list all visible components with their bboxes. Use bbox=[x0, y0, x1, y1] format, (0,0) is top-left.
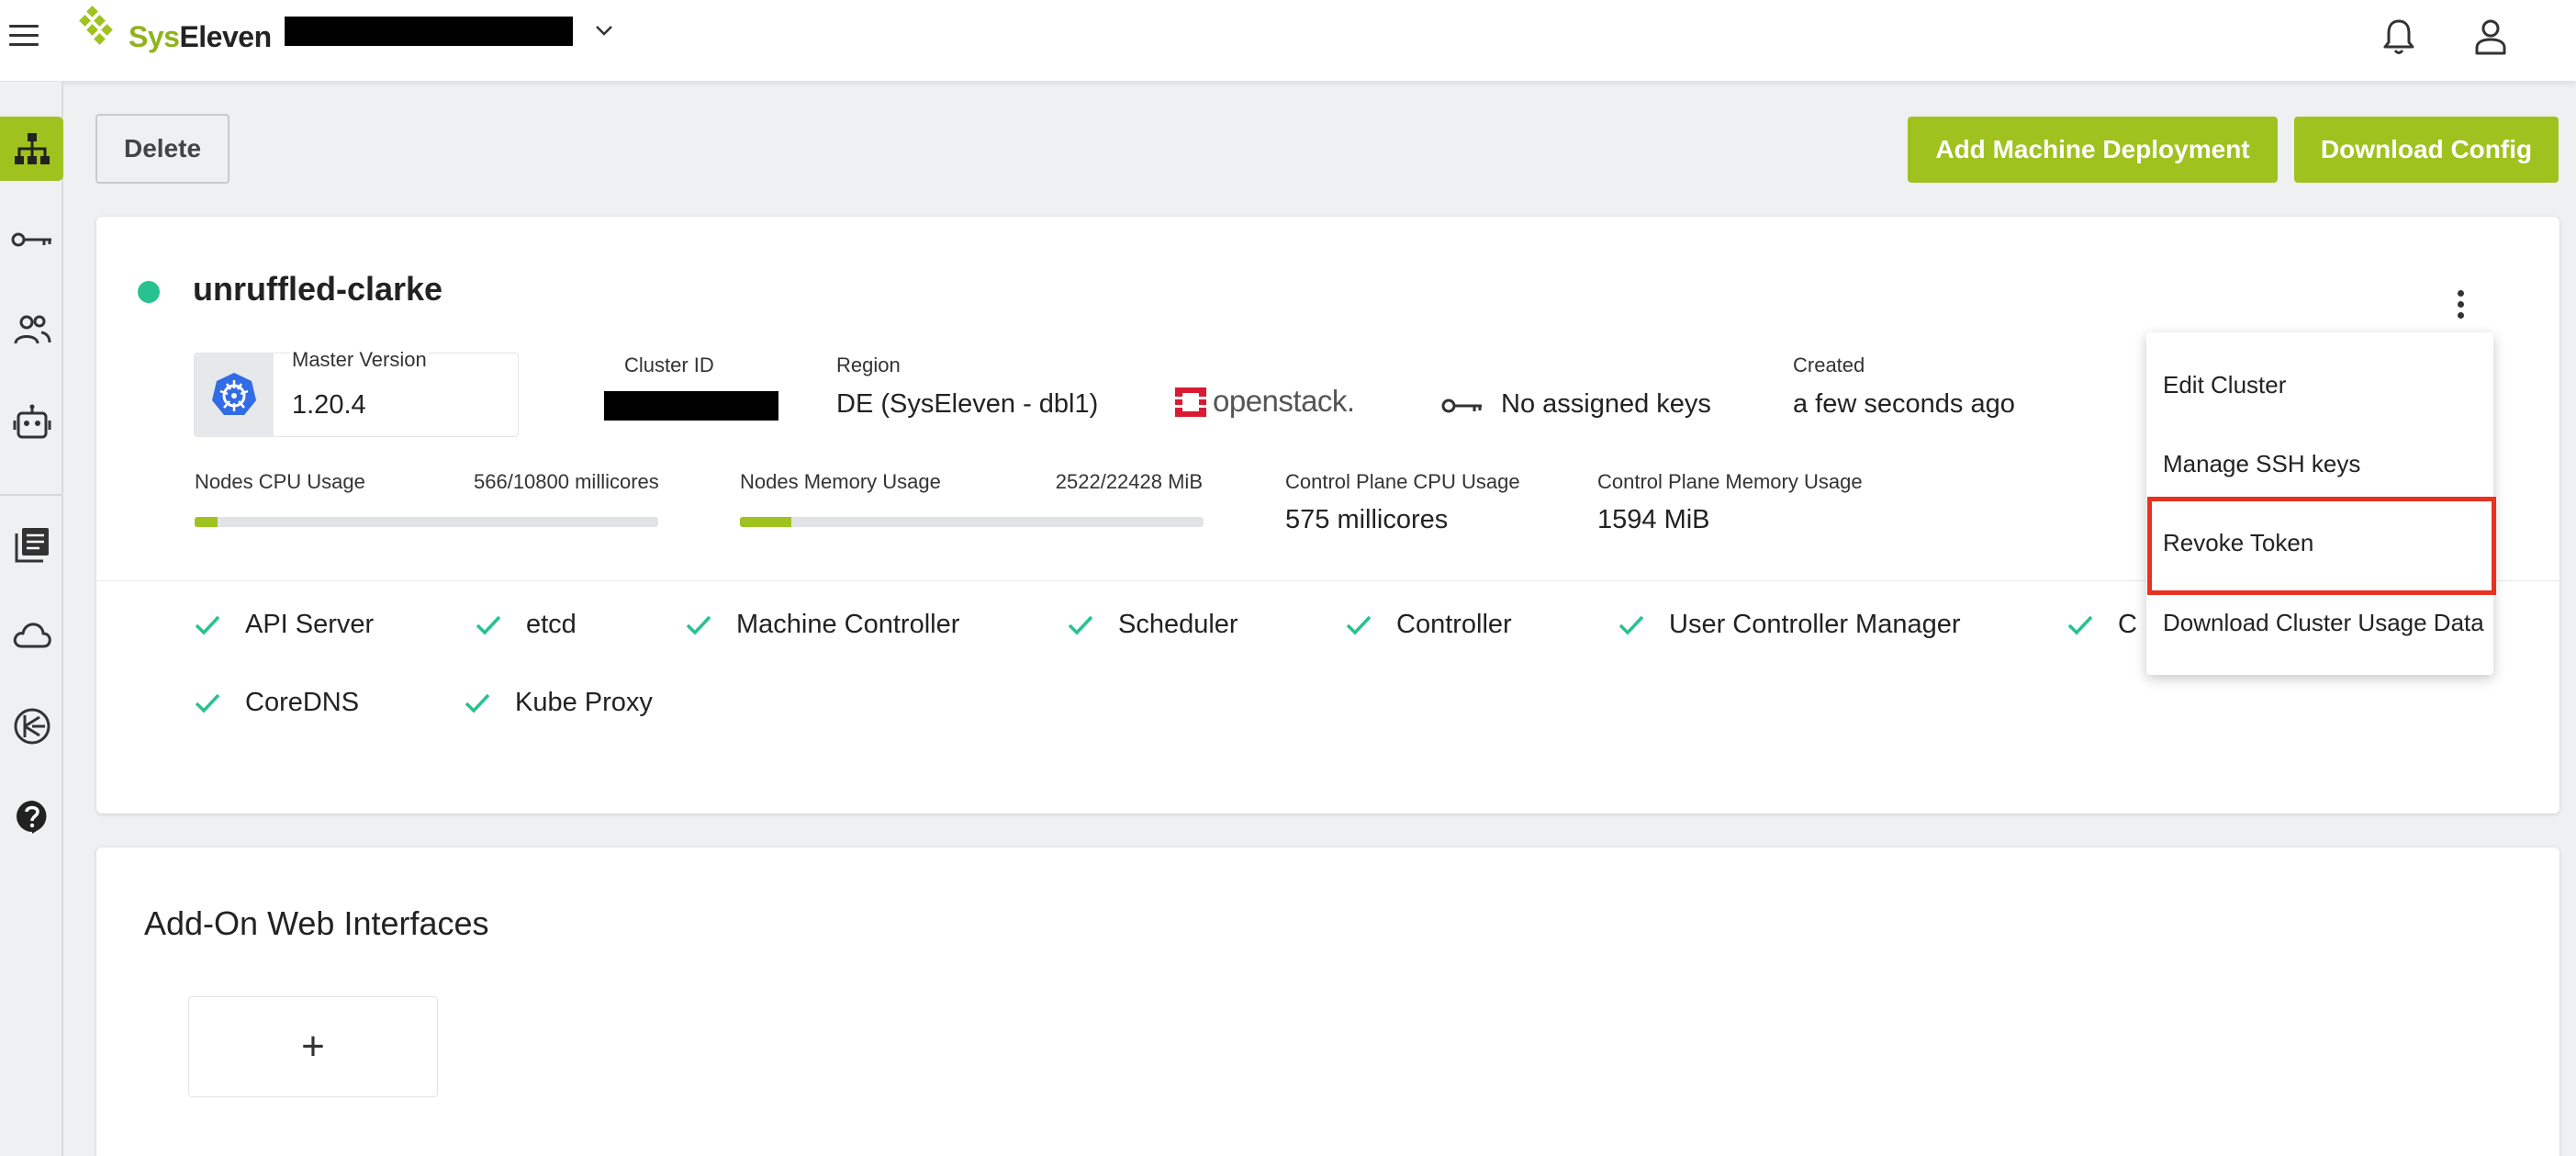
check-icon bbox=[686, 615, 711, 635]
cloud-icon bbox=[13, 623, 51, 648]
bell-icon[interactable] bbox=[2380, 17, 2418, 57]
check-icon bbox=[1618, 615, 1644, 635]
sidebar-item-support[interactable] bbox=[0, 694, 63, 758]
menu-item-manage-ssh-keys[interactable]: Manage SSH keys bbox=[2146, 424, 2493, 503]
health-item-label: etcd bbox=[526, 610, 577, 639]
health-item: Scheduler bbox=[1067, 610, 1238, 640]
top-bar: SysEleven bbox=[0, 0, 2576, 82]
health-item: User Controller Manager bbox=[1618, 610, 1961, 640]
cluster-icon bbox=[14, 133, 50, 164]
project-name-redacted bbox=[285, 17, 573, 46]
check-icon bbox=[1068, 615, 1093, 635]
more-options-icon[interactable] bbox=[2447, 286, 2474, 323]
check-icon bbox=[1346, 615, 1372, 635]
health-item-label: Controller bbox=[1396, 610, 1512, 639]
cluster-id-value-redacted bbox=[604, 391, 778, 421]
menu-item-revoke-token[interactable]: Revoke Token bbox=[2146, 503, 2493, 582]
health-item: API Server bbox=[194, 610, 374, 640]
brand-name: SysEleven bbox=[129, 20, 272, 53]
chevron-down-icon bbox=[596, 26, 612, 36]
menu-item-edit-cluster[interactable]: Edit Cluster bbox=[2146, 345, 2493, 424]
check-icon bbox=[476, 615, 501, 635]
master-version-value: 1.20.4 bbox=[292, 390, 366, 420]
health-item: Controller bbox=[1345, 610, 1512, 640]
download-config-button[interactable]: Download Config bbox=[2294, 117, 2559, 183]
key-icon bbox=[11, 232, 51, 247]
created-label: Created bbox=[1793, 354, 1865, 376]
nodes-memory-progress bbox=[740, 517, 1204, 527]
health-item-label: CoreDNS bbox=[245, 688, 360, 717]
nodes-cpu-value: 566/10800 millicores bbox=[474, 470, 659, 493]
menu-icon[interactable] bbox=[7, 22, 40, 50]
openstack-logo: openstack. bbox=[1172, 382, 1374, 422]
nodes-cpu-label: Nodes CPU Usage bbox=[195, 470, 365, 493]
docs-icon bbox=[15, 528, 49, 563]
openstack-icon bbox=[1175, 387, 1206, 417]
help-icon bbox=[16, 801, 46, 834]
sidebar-item-docs[interactable] bbox=[0, 512, 63, 577]
add-machine-deployment-button[interactable]: Add Machine Deployment bbox=[1908, 117, 2278, 183]
control-plane-cpu-value: 575 millicores bbox=[1285, 505, 1449, 534]
members-icon bbox=[14, 315, 50, 344]
health-item-label: C bbox=[2118, 610, 2137, 639]
kubernetes-icon bbox=[212, 373, 256, 415]
health-item: etcd bbox=[475, 610, 577, 640]
control-plane-memory-label: Control Plane Memory Usage bbox=[1597, 470, 1863, 493]
delete-button[interactable]: Delete bbox=[95, 114, 230, 184]
nodes-cpu-progress bbox=[195, 517, 658, 527]
nodes-cpu-progress-fill bbox=[195, 517, 218, 527]
cluster-name: unruffled-clarke bbox=[193, 270, 443, 308]
health-item-label: Machine Controller bbox=[736, 610, 960, 639]
region-value: DE (SysEleven - dbl1) bbox=[836, 389, 1099, 419]
menu-item-download-cluster-usage-data[interactable]: Download Cluster Usage Data bbox=[2146, 583, 2493, 662]
health-item: C bbox=[2066, 610, 2137, 640]
health-item-label: API Server bbox=[245, 610, 375, 639]
addon-section-title: Add-On Web Interfaces bbox=[144, 904, 489, 942]
health-item-label: Kube Proxy bbox=[515, 688, 653, 717]
master-version-label: Master Version bbox=[290, 348, 429, 372]
sidebar-item-help[interactable] bbox=[0, 785, 63, 849]
project-selector[interactable] bbox=[285, 17, 615, 48]
control-plane-memory-value: 1594 MiB bbox=[1597, 505, 1710, 534]
health-item: Machine Controller bbox=[685, 610, 959, 640]
region-label: Region bbox=[836, 354, 901, 376]
addon-web-interfaces-card: Add-On Web Interfaces + bbox=[96, 847, 2559, 1156]
key-icon bbox=[1441, 398, 1482, 413]
kubernetes-logo bbox=[195, 354, 274, 436]
health-item-label: User Controller Manager bbox=[1669, 610, 1961, 639]
nodes-memory-progress-fill bbox=[740, 517, 791, 527]
sidebar-item-ssh-keys[interactable] bbox=[0, 208, 63, 272]
sidebar-item-clusters[interactable] bbox=[0, 117, 63, 181]
sidebar-divider bbox=[0, 494, 62, 496]
check-icon bbox=[195, 693, 220, 713]
ssh-keys-status[interactable]: No assigned keys bbox=[1501, 389, 1711, 420]
nodes-memory-label: Nodes Memory Usage bbox=[740, 470, 941, 493]
cluster-actions-menu: Edit Cluster Manage SSH keys Revoke Toke… bbox=[2146, 332, 2493, 675]
brand-logo[interactable]: SysEleven bbox=[79, 6, 272, 57]
check-icon bbox=[2067, 615, 2093, 635]
cluster-id-label: Cluster ID bbox=[624, 354, 714, 376]
sidebar-item-members[interactable] bbox=[0, 297, 63, 362]
created-value: a few seconds ago bbox=[1793, 389, 2015, 419]
sidebar-item-service-accounts[interactable] bbox=[0, 390, 63, 455]
add-addon-button[interactable]: + bbox=[188, 996, 438, 1097]
health-item-label: Scheduler bbox=[1118, 610, 1238, 639]
check-icon bbox=[195, 615, 220, 635]
user-icon[interactable] bbox=[2471, 17, 2510, 57]
openstack-wordmark: openstack. bbox=[1213, 384, 1355, 418]
health-item: CoreDNS bbox=[194, 688, 359, 718]
master-version-box: Master Version 1.20.4 bbox=[194, 348, 519, 437]
cluster-status-indicator bbox=[138, 281, 160, 303]
health-item: Kube Proxy bbox=[464, 688, 653, 718]
logo-mark-icon bbox=[79, 6, 113, 45]
sidebar-item-status[interactable] bbox=[0, 603, 63, 668]
nodes-memory-value: 2522/22428 MiB bbox=[1055, 470, 1203, 493]
control-plane-cpu-label: Control Plane CPU Usage bbox=[1285, 470, 1520, 493]
support-icon bbox=[14, 708, 50, 745]
sidebar bbox=[0, 82, 63, 1156]
robot-icon bbox=[13, 404, 50, 439]
check-icon bbox=[465, 693, 490, 713]
